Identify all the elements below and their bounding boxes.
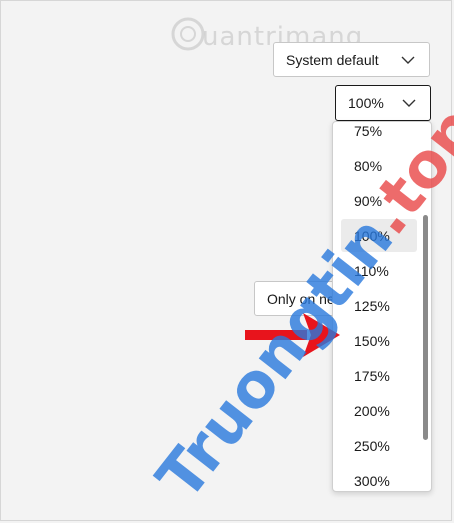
zoom-option[interactable]: 175% — [341, 359, 417, 392]
theme-select-value: System default — [286, 51, 379, 68]
zoom-option[interactable]: 150% — [341, 324, 417, 357]
zoom-option[interactable]: 300% — [341, 464, 417, 491]
zoom-option[interactable]: 250% — [341, 429, 417, 462]
chevron-down-icon — [401, 56, 415, 64]
zoom-option[interactable]: 200% — [341, 394, 417, 427]
chevron-down-icon — [402, 99, 416, 107]
zoom-select-value: 100% — [348, 95, 384, 111]
theme-select[interactable]: System default — [273, 42, 430, 77]
dropdown-scrollbar[interactable] — [423, 215, 428, 440]
